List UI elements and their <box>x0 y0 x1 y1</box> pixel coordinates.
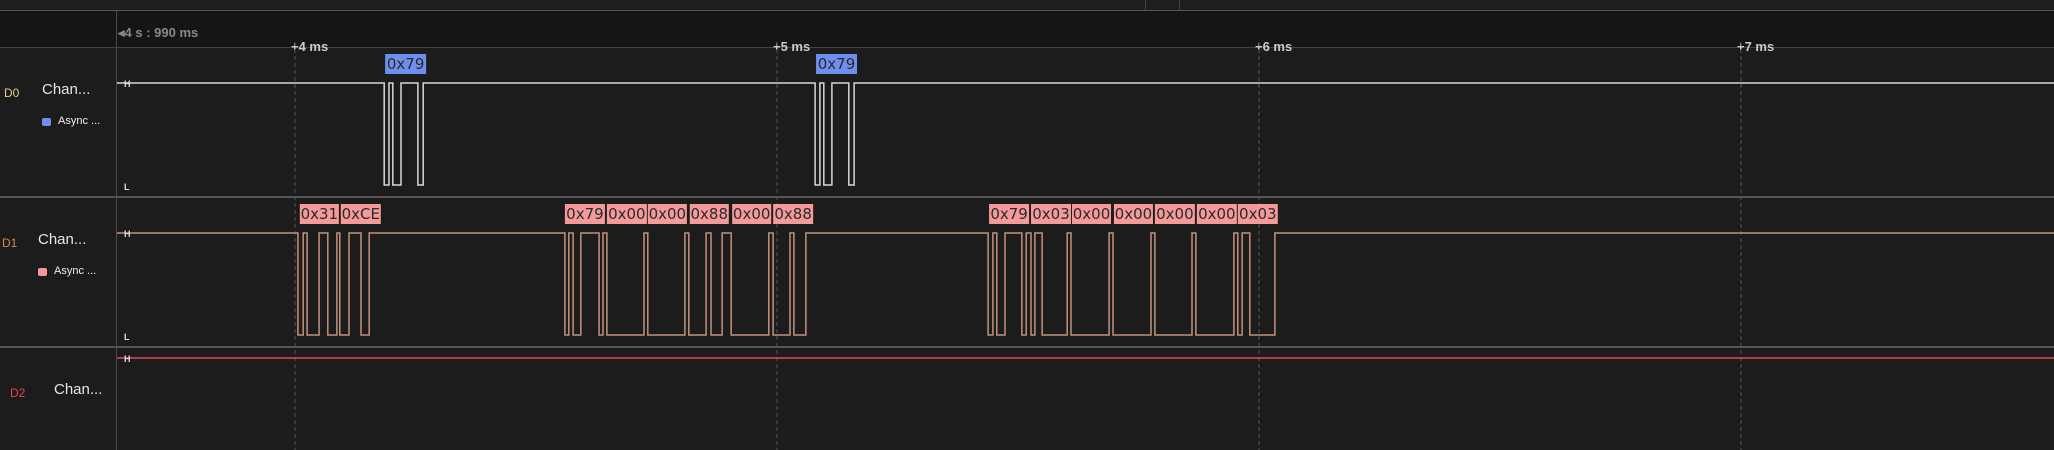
channel-id: D2 <box>10 386 26 400</box>
analyzer-color-dot-icon <box>38 268 47 276</box>
high-level-marker: H <box>124 79 131 89</box>
decoded-frame-value: 0x88 <box>691 205 729 223</box>
channel-id: D0 <box>4 86 20 100</box>
high-level-marker: H <box>124 354 131 364</box>
decoded-frame-value: 0xCE <box>342 205 380 223</box>
channel-id: D1 <box>2 236 18 250</box>
decoded-frame-value: 0x79 <box>566 205 604 223</box>
waveform-d0 <box>117 82 2054 186</box>
channel-d2[interactable]: D2 Chan... <box>0 348 116 450</box>
low-level-marker: L <box>124 182 130 192</box>
waveform-d1 <box>117 232 2054 336</box>
channel-d0[interactable]: D0 Chan... Async ... <box>0 48 116 197</box>
high-level-marker: H <box>124 229 131 239</box>
decoded-frame-value: 0x88 <box>774 205 812 223</box>
decoded-frame-value: 0x00 <box>1073 205 1111 223</box>
decoded-frame-value: 0x79 <box>990 205 1028 223</box>
channel-name[interactable]: Chan... <box>38 231 86 248</box>
decoded-frame-value: 0x03 <box>1032 205 1070 223</box>
channel-name[interactable]: Chan... <box>54 381 102 398</box>
decoded-frame-value: 0x00 <box>1198 205 1236 223</box>
waveform-plot[interactable]: HL0x79 0x79HL0x31 0xCE 0x79 0x00 0x00 0x88 0x00… <box>0 0 2054 450</box>
decoded-frame-value: 0x00 <box>733 205 771 223</box>
analyzer-name[interactable]: Async ... <box>58 115 100 127</box>
channel-name[interactable]: Chan... <box>42 81 90 98</box>
decoded-frame-value: 0x79 <box>387 55 425 73</box>
analyzer-name[interactable]: Async ... <box>54 265 96 277</box>
low-level-marker: L <box>124 332 130 342</box>
channel-list: D0 Chan... Async ... D1 Chan... Async ..… <box>0 11 117 450</box>
decoded-frame-value: 0x00 <box>1115 205 1153 223</box>
decoded-frame-value: 0x03 <box>1239 205 1277 223</box>
decoded-frame-value: 0x31 <box>301 205 339 223</box>
channel-d1[interactable]: D1 Chan... Async ... <box>0 198 116 347</box>
decoded-frame-value: 0x00 <box>649 205 687 223</box>
decoded-frame-value: 0x79 <box>818 55 856 73</box>
analyzer-color-dot-icon <box>42 118 51 126</box>
decoded-frame-value: 0x00 <box>608 205 646 223</box>
decoded-frame-value: 0x00 <box>1156 205 1194 223</box>
